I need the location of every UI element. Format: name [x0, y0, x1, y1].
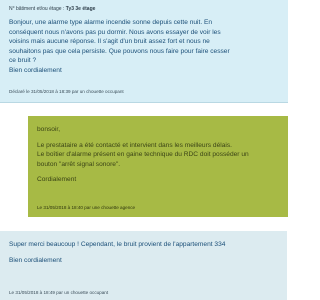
building-floor-value: Ty3 3e étage — [65, 6, 96, 12]
footer-author: un chouette occupant — [79, 89, 124, 94]
reply-signature: Cordialement — [37, 176, 77, 184]
message-footer: Le 31/05/2018 à 18:40 par une chouette a… — [37, 205, 135, 210]
message-line: voisins mais aucune réponse. Il s'agit d… — [9, 38, 210, 46]
message-line: Bonjour, une alarme type alarme incendie… — [9, 19, 213, 26]
agency-reply-body: bonsoir, Le prestataire a été contacté e… — [37, 125, 249, 185]
message-line: Bien cordialement — [9, 256, 62, 264]
footer-date: Le 31/05/2018 à 18:49 par — [9, 290, 63, 295]
occupant-followup-card: Super merci beaucoup ! Cependant, le bru… — [0, 231, 287, 300]
incident-message-card: N° bâtiment et/ou étage : Ty3 3e étage B… — [0, 0, 288, 103]
footer-author: une chouette agence — [92, 205, 136, 210]
message-line: bouton "arrêt signal sonore". — [37, 160, 121, 168]
footer-date: Le 31/05/2018 à 18:40 par — [37, 205, 91, 210]
building-floor-label: N° bâtiment et/ou étage : — [9, 6, 65, 12]
followup-body: Super merci beaucoup ! Cependant, le bru… — [9, 240, 225, 265]
message-line: ce bruit ? — [9, 57, 37, 65]
footer-author: un chouette occupant — [64, 290, 109, 295]
message-footer: Déclaré le 31/05/2018 à 18:39 par un cho… — [9, 89, 124, 94]
incident-message-body: Bonjour, une alarme type alarme incendie… — [9, 18, 230, 76]
agency-reply-card: bonsoir, Le prestataire a été contacté e… — [28, 116, 288, 217]
message-line: Bien cordialement — [9, 66, 62, 74]
message-line: Super merci beaucoup ! Cependant, le bru… — [9, 241, 226, 248]
reply-greeting: bonsoir, — [37, 126, 61, 133]
message-line: conséquent nous n'avons pas pu dormir. N… — [9, 28, 221, 36]
message-line: souhaitons pas que cela persiste. Que po… — [9, 47, 230, 55]
footer-date: Déclaré le 31/05/2018 à 18:39 par — [9, 89, 79, 94]
message-line: Le prestataire a été contacté et intervi… — [37, 141, 232, 149]
message-footer: Le 31/05/2018 à 18:49 par un chouette oc… — [9, 290, 108, 295]
building-floor-meta: N° bâtiment et/ou étage : Ty3 3e étage — [9, 6, 95, 12]
message-line: Le boîtier d'alarme présent en gaine tec… — [37, 151, 249, 159]
